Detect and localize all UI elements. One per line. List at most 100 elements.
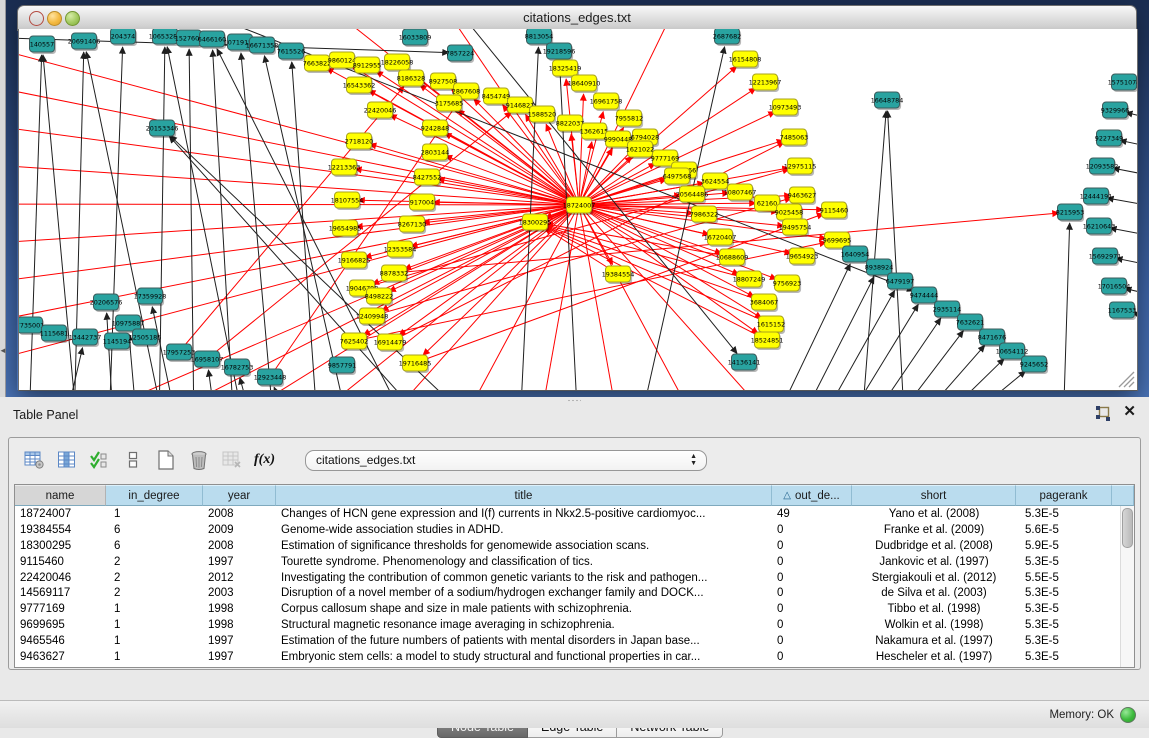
graph-node-label: 19166825 [338, 256, 371, 264]
show-columns-button[interactable] [54, 447, 79, 473]
graph-node-label: 8427552 [413, 173, 441, 181]
delete-table-button[interactable] [219, 447, 244, 473]
delete-columns-button[interactable] [186, 447, 211, 473]
unselect-all-columns-button[interactable] [120, 447, 145, 473]
graph-node-label: 16210643 [1083, 222, 1116, 230]
graph-node-label: 15751074 [1108, 78, 1137, 86]
table-cell-pagerank: 5.3E-5 [1016, 619, 1112, 631]
table-cell-in_degree: 1 [106, 651, 203, 663]
select-all-columns-icon [90, 451, 109, 469]
graph-node-label: 2935114 [933, 305, 961, 313]
sort-ascending-icon: △ [783, 490, 791, 501]
table-cell-name: 22420046 [15, 572, 106, 584]
network-canvas[interactable]: 1405572069140620437410653287152760264661… [18, 29, 1138, 391]
table-cell-year: 1998 [203, 619, 276, 631]
graph-node-label: 9463627 [788, 191, 816, 199]
table-cell-in_degree: 1 [106, 619, 203, 631]
graph-node-label: 917004 [410, 198, 434, 206]
table-row[interactable]: 1830029562008Estimation of significance … [15, 538, 1134, 554]
graph-node-label: 10688609 [716, 253, 749, 261]
graph-edge [907, 345, 985, 390]
graph-node-label: 1362615 [580, 127, 608, 135]
scrollbar-thumb[interactable] [1122, 508, 1133, 548]
table-mode-button[interactable] [21, 447, 46, 473]
table-row[interactable]: 1456911722003Disruption of a novel membe… [15, 585, 1134, 601]
table-row[interactable]: 969969511998Structural magnetic resonanc… [15, 617, 1134, 633]
table-row[interactable]: 911546021997Tourette syndrome. Phenomeno… [15, 554, 1134, 570]
graph-node-label: 16720407 [704, 233, 737, 241]
table-row[interactable]: 946554611997Estimation of the future num… [15, 633, 1134, 649]
table-row[interactable]: 1872400712008Changes of HCN gene express… [15, 506, 1134, 522]
canvas-resize-grip[interactable] [1115, 368, 1135, 388]
network-table-select-value: citations_edges.txt [316, 453, 415, 467]
table-cell-out_degree: 49 [772, 508, 852, 520]
select-all-columns-button[interactable] [87, 447, 112, 473]
graph-node-label: 7485063 [780, 133, 808, 141]
network-window: citations_edges.txt 14055720691406204374… [17, 5, 1137, 390]
table-row[interactable]: 1938455462009Genome-wide association stu… [15, 522, 1134, 538]
graph-node-label: 1640954 [841, 250, 869, 258]
graph-node-label: 19654923 [786, 252, 819, 260]
function-builder-button[interactable]: f(x) [252, 447, 277, 473]
table-cell-name: 9699695 [15, 619, 106, 631]
trash-icon [190, 450, 208, 470]
column-header-name[interactable]: name [15, 485, 106, 506]
table-row[interactable]: 946362711997Embryonic stem cells: a mode… [15, 649, 1134, 665]
table-row[interactable]: 2242004622012Investigating the contribut… [15, 570, 1134, 586]
column-header-short[interactable]: short [852, 485, 1016, 506]
table-row[interactable]: 977716911998Corpus callosum shape and si… [15, 601, 1134, 617]
network-table-select[interactable]: citations_edges.txt ▲▼ [305, 450, 707, 471]
graph-node-label: 7955812 [615, 114, 643, 122]
table-cell-out_degree: 0 [772, 635, 852, 647]
graph-node-label: 8822037 [556, 119, 584, 127]
table-cell-in_degree: 6 [106, 540, 203, 552]
graph-node-label: 17359928 [134, 292, 167, 300]
graph-node-label: 8498222 [365, 292, 393, 300]
table-cell-in_degree: 2 [106, 587, 203, 599]
graph-node-label: 18640910 [568, 79, 601, 87]
network-window-titlebar[interactable]: citations_edges.txt [17, 5, 1137, 31]
citation-network-graph[interactable]: 1405572069140620437410653287152760264661… [19, 29, 1137, 390]
table-scrollbar[interactable] [1120, 506, 1134, 667]
graph-node-label: 1615152 [757, 320, 785, 328]
table-cell-in_degree: 2 [106, 572, 203, 584]
table-cell-short: Stergiakouli et al. (2012) [852, 572, 1016, 584]
column-header-title[interactable]: title [276, 485, 772, 506]
table-body: 1872400712008Changes of HCN gene express… [15, 506, 1134, 667]
select-arrows-icon: ▲▼ [690, 453, 697, 467]
table-cell-in_degree: 6 [106, 524, 203, 536]
graph-node-label: 10654112 [996, 347, 1029, 355]
table-cell-short: Yano et al. (2008) [852, 508, 1016, 520]
graph-node-label: 12093582 [1086, 162, 1119, 170]
column-header-in_degree[interactable]: in_degree [106, 485, 203, 506]
table-cell-short: Franke et al. (2009) [852, 524, 1016, 536]
panel-splitter[interactable] [0, 397, 1149, 403]
create-column-button[interactable] [153, 447, 178, 473]
graph-node-label: 9025458 [775, 208, 803, 216]
graph-node-label: 9756923 [773, 279, 801, 287]
graph-edge [1063, 223, 1070, 390]
graph-node-label: 2867608 [452, 87, 480, 95]
graph-node-label: 12213967 [749, 78, 782, 86]
table-cell-name: 19384554 [15, 524, 106, 536]
table-cell-pagerank: 5.3E-5 [1016, 603, 1112, 615]
column-header-pagerank[interactable]: pagerank [1016, 485, 1112, 506]
column-header-out_degree[interactable]: △out_de... [772, 485, 852, 506]
graph-node-label: 12444191 [1080, 192, 1113, 200]
graph-edge [29, 55, 42, 390]
float-panel-icon[interactable] [1095, 406, 1111, 421]
memory-status-indicator[interactable] [1120, 707, 1136, 723]
column-header-year[interactable]: year [203, 485, 276, 506]
graph-node-label: 19495754 [779, 223, 812, 231]
graph-node-label: 9227349 [1095, 134, 1123, 142]
new-column-icon [157, 450, 175, 470]
table-cell-in_degree: 2 [106, 556, 203, 568]
graph-edge [213, 50, 234, 390]
table-cell-out_degree: 0 [772, 540, 852, 552]
table-cell-name: 9115460 [15, 556, 106, 568]
graph-node-label: 18724007 [563, 201, 596, 209]
graph-node-label: 3684067 [750, 298, 778, 306]
panel-collapse-arrow-icon[interactable]: ◄ [0, 346, 7, 355]
close-panel-icon[interactable]: ✕ [1123, 404, 1136, 419]
graph-node-label: 20153346 [146, 124, 179, 132]
